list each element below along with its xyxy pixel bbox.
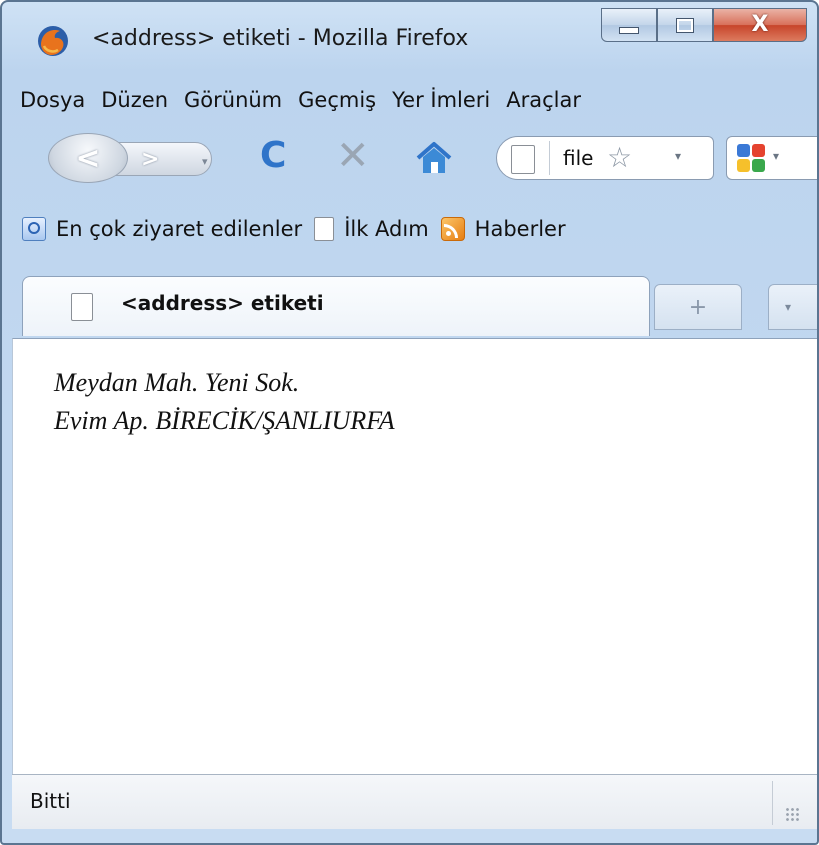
minimize-icon (619, 26, 639, 34)
window-title: <address> etiketi - Mozilla Firefox (92, 26, 469, 51)
address-line: Meydan Mah. Yeni Sok. (54, 368, 300, 397)
bookmark-label: Haberler (474, 217, 566, 241)
menu-bar: Dosya Düzen Görünüm Geçmiş Yer İmleri Ar… (12, 82, 589, 118)
page-icon (314, 217, 335, 241)
reload-button[interactable]: C (260, 136, 286, 176)
search-engine-dropdown-icon[interactable]: ▾ (773, 149, 779, 163)
address-line: Evim Ap. BİRECİK/ŞANLIURFA (54, 406, 395, 435)
back-arrow-icon: < (75, 140, 101, 176)
firefox-icon (38, 26, 68, 56)
address-divider (549, 141, 550, 175)
menu-history[interactable]: Geçmiş (290, 88, 384, 112)
navigation-toolbar: < > ▾ C ✕ file ☆ ▾ ▾ (2, 122, 817, 194)
close-button[interactable]: X (713, 8, 807, 42)
most-visited-icon (22, 217, 46, 241)
tab-address-tag[interactable]: <address> etiketi (22, 276, 650, 336)
page-icon (511, 145, 535, 174)
status-bar: Bitti (12, 774, 817, 829)
back-forward-group: < > ▾ (48, 133, 234, 185)
maximize-icon (677, 18, 693, 32)
plus-icon: + (688, 294, 708, 320)
new-tab-button[interactable]: + (654, 284, 742, 330)
reload-icon: C (260, 135, 287, 176)
status-divider (772, 781, 773, 825)
tab-label: <address> etiketi (121, 291, 324, 315)
bookmark-most-visited[interactable]: En çok ziyaret edilenler (22, 217, 302, 241)
url-input[interactable]: file (563, 145, 593, 171)
bookmark-first-steps[interactable]: İlk Adım (314, 217, 429, 241)
menu-bookmarks[interactable]: Yer İmleri (384, 88, 498, 112)
resize-grip-icon[interactable] (785, 807, 799, 821)
page-icon (71, 293, 93, 321)
list-all-tabs-button[interactable]: ▾ (768, 284, 817, 330)
menu-file[interactable]: Dosya (12, 88, 93, 112)
close-icon: X (751, 12, 769, 37)
bookmark-star-icon[interactable]: ☆ (607, 141, 632, 175)
address-bar[interactable]: file ☆ ▾ (496, 136, 714, 180)
tab-strip: <address> etiketi + ▾ (2, 268, 817, 340)
history-dropdown-icon[interactable]: ▾ (202, 155, 208, 168)
bookmarks-toolbar: En çok ziyaret edilenler İlk Adım Haberl… (2, 208, 817, 250)
back-button[interactable]: < (48, 133, 128, 183)
home-icon[interactable] (414, 140, 454, 176)
search-box[interactable]: ▾ (726, 136, 817, 180)
url-history-dropdown-icon[interactable]: ▾ (675, 149, 681, 163)
bookmark-label: İlk Adım (344, 217, 429, 241)
menu-edit[interactable]: Düzen (93, 88, 176, 112)
stop-icon: ✕ (336, 133, 370, 179)
browser-window: <address> etiketi - Mozilla Firefox X Do… (0, 0, 819, 845)
chevron-down-icon: ▾ (784, 300, 792, 314)
forward-arrow-icon: > (141, 146, 160, 172)
menu-view[interactable]: Görünüm (176, 88, 290, 112)
maximize-button[interactable] (657, 8, 713, 42)
google-icon[interactable] (737, 144, 765, 172)
title-bar[interactable]: <address> etiketi - Mozilla Firefox X (2, 2, 817, 74)
minimize-button[interactable] (601, 8, 657, 42)
menu-tools[interactable]: Araçlar (498, 88, 589, 112)
stop-button[interactable]: ✕ (336, 136, 370, 176)
status-text: Bitti (30, 789, 71, 813)
window-controls: X (601, 8, 807, 42)
address-block: Meydan Mah. Yeni Sok. Evim Ap. BİRECİK/Ş… (54, 364, 395, 440)
rss-icon (440, 217, 465, 241)
bookmark-news[interactable]: Haberler (440, 217, 566, 241)
bookmark-label: En çok ziyaret edilenler (56, 217, 303, 241)
